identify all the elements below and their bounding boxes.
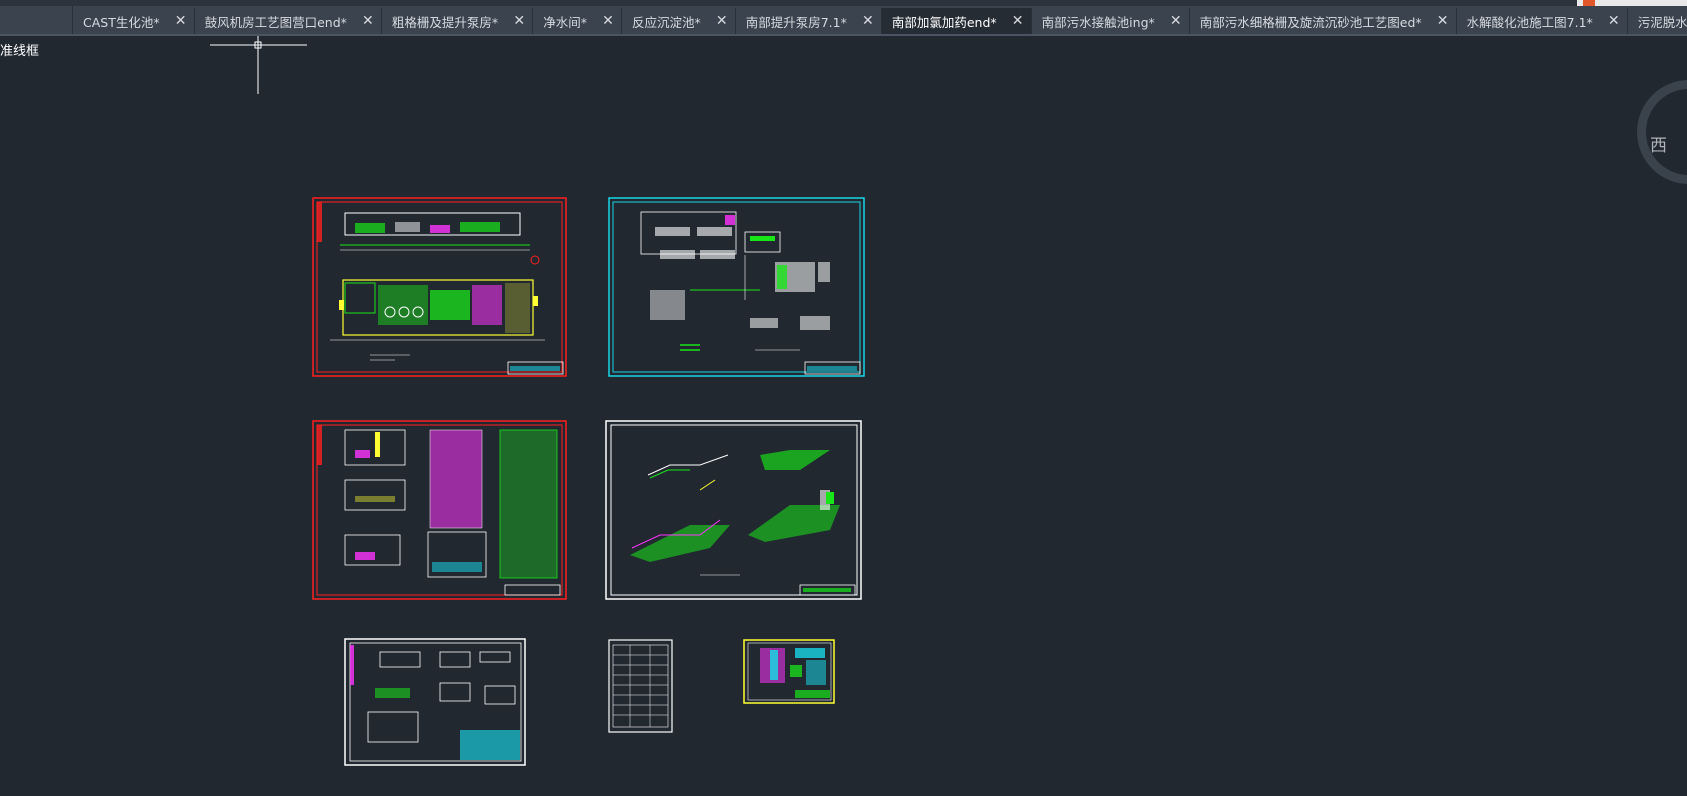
drawing-sheet-2[interactable] xyxy=(608,197,865,377)
document-tab-0[interactable]: CAST生化池* ✕ xyxy=(73,8,195,34)
document-tab-label: 南部污水接触池ing* xyxy=(1041,14,1155,30)
document-tab-label: 反应沉淀池* xyxy=(631,14,701,30)
document-tab-label: 粗格栅及提升泵房* xyxy=(391,14,499,30)
close-icon[interactable]: ✕ xyxy=(1169,14,1183,28)
document-tab-9[interactable]: 水解酸化池施工图7.1* ✕ xyxy=(1456,8,1628,34)
document-tab-7[interactable]: 南部污水接触池ing* ✕ xyxy=(1031,8,1190,34)
document-tab-label: 鼓风机房工艺图营口end* xyxy=(204,14,347,30)
document-tab-label: 净水间* xyxy=(543,14,587,30)
close-icon[interactable]: ✕ xyxy=(174,14,188,28)
document-tab-8[interactable]: 南部污水细格栅及旋流沉砂池工艺图ed* ✕ xyxy=(1189,8,1457,34)
drawing-sheet-6[interactable] xyxy=(608,639,673,733)
viewcube-direction-label[interactable]: 西 xyxy=(1650,131,1667,156)
document-tab-label: 污泥脱水间* xyxy=(1637,14,1687,30)
drawing-sheet-4[interactable] xyxy=(605,420,862,600)
document-tab-label: 水解酸化池施工图7.1* xyxy=(1466,14,1593,30)
document-tab-label: CAST生化池* xyxy=(83,14,160,30)
close-icon[interactable]: ✕ xyxy=(861,14,875,28)
close-icon[interactable]: ✕ xyxy=(1011,14,1025,28)
close-icon[interactable]: ✕ xyxy=(715,14,729,28)
document-tab-4[interactable]: 反应沉淀池* ✕ xyxy=(621,8,736,34)
document-tab-2[interactable]: 粗格栅及提升泵房* ✕ xyxy=(381,8,534,34)
drawing-canvas[interactable] xyxy=(0,36,1687,796)
document-tab-label: 南部提升泵房7.1* xyxy=(745,14,847,30)
close-icon[interactable]: ✕ xyxy=(361,14,375,28)
close-icon[interactable]: ✕ xyxy=(512,14,526,28)
document-tab-label: 南部污水细格栅及旋流沉砂池工艺图ed* xyxy=(1199,14,1422,30)
drawing-sheet-7[interactable] xyxy=(743,639,835,704)
close-icon[interactable]: ✕ xyxy=(601,14,615,28)
visual-style-label[interactable]: 准线框 xyxy=(0,40,39,59)
drawing-sheet-1[interactable] xyxy=(312,197,567,377)
drawing-sheet-3[interactable] xyxy=(312,420,567,600)
close-icon[interactable]: ✕ xyxy=(1436,14,1450,28)
crosshair-cursor-icon xyxy=(210,36,307,94)
document-tab-10[interactable]: 污泥脱水间* xyxy=(1627,8,1687,34)
cad-application-window: CAST生化池* ✕ 鼓风机房工艺图营口end* ✕ 粗格栅及提升泵房* ✕ 净… xyxy=(0,0,1687,796)
document-tab-1[interactable]: 鼓风机房工艺图营口end* ✕ xyxy=(194,8,382,34)
tab-bar-lead-tab[interactable] xyxy=(0,6,73,34)
drawing-sheet-5[interactable] xyxy=(344,638,526,766)
document-tab-3[interactable]: 净水间* ✕ xyxy=(533,8,622,34)
document-tab-label: 南部加氯加药end* xyxy=(891,14,997,30)
document-tab-5[interactable]: 南部提升泵房7.1* ✕ xyxy=(735,8,882,34)
document-tab-bar: CAST生化池* ✕ 鼓风机房工艺图营口end* ✕ 粗格栅及提升泵房* ✕ 净… xyxy=(0,6,1687,36)
document-tab-6-active[interactable]: 南部加氯加药end* ✕ xyxy=(881,8,1032,34)
close-icon[interactable]: ✕ xyxy=(1607,14,1621,28)
